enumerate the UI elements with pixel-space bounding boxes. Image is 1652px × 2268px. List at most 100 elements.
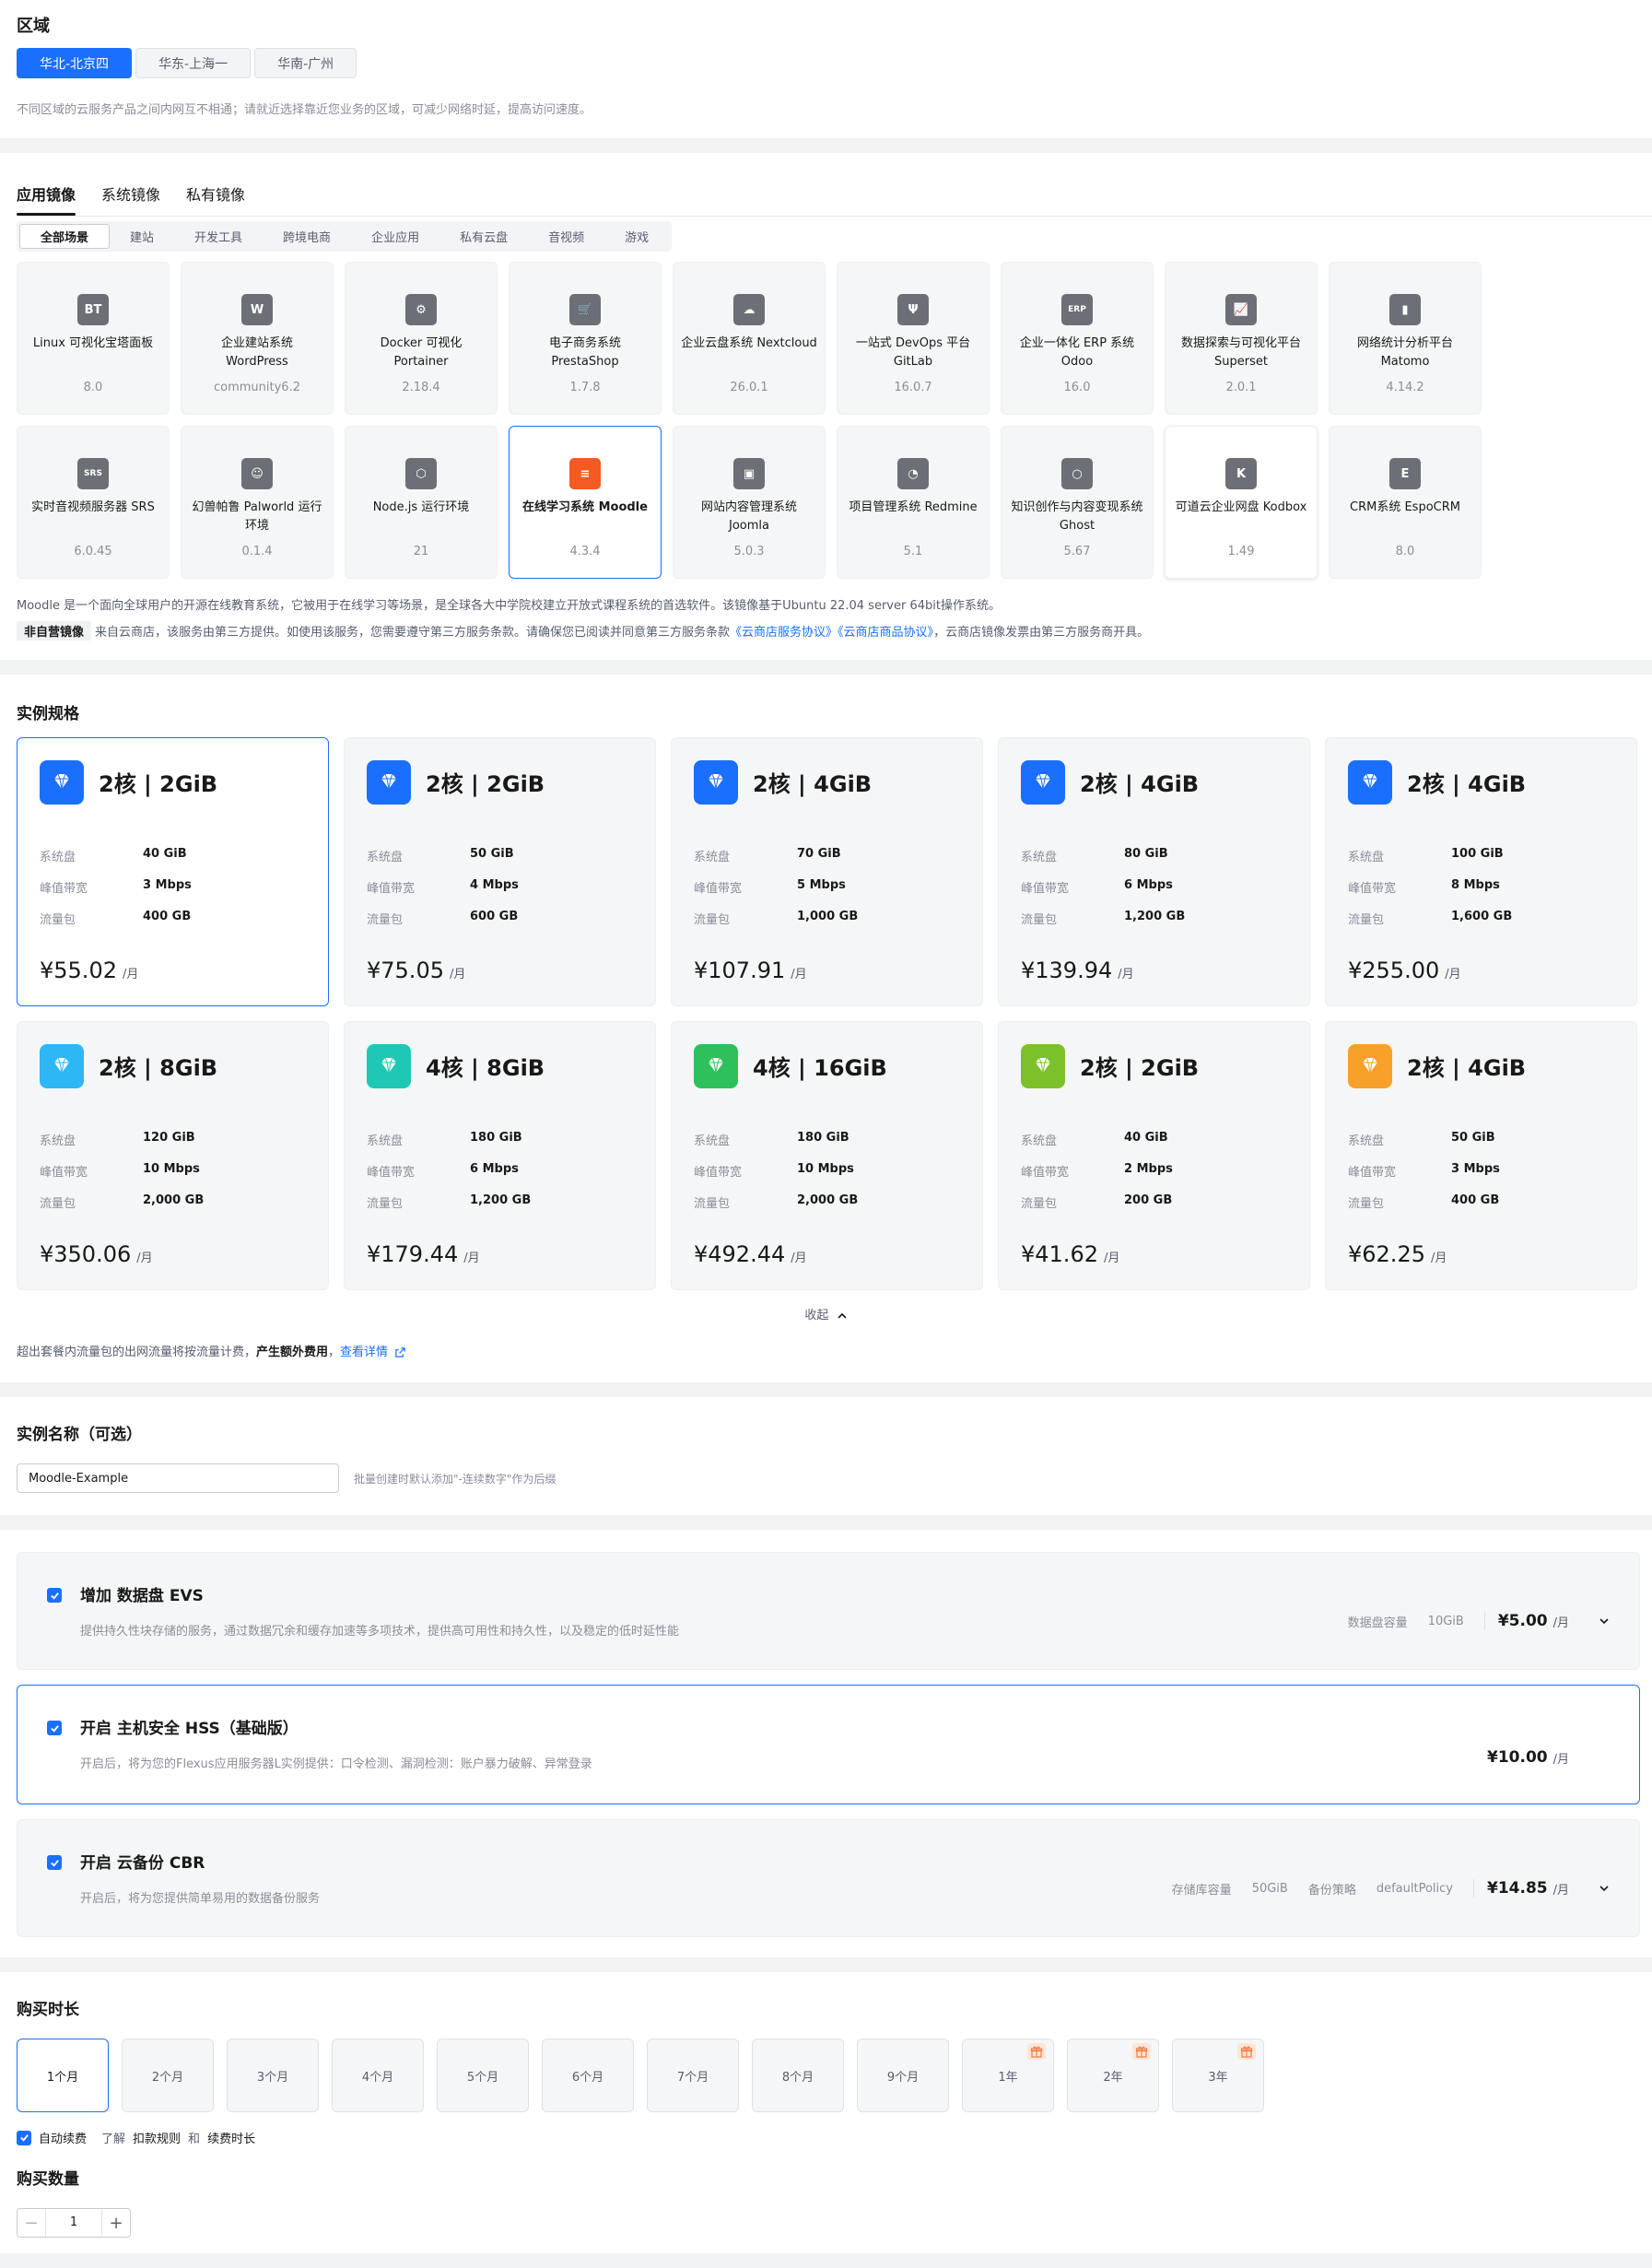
spec-card[interactable]: 4核 | 8GiB 系统盘 180 GiB 峰值带宽 6 Mbps 流量包 1,200 GB… <box>344 1021 656 1290</box>
spec-card[interactable]: 2核 | 4GiB 系统盘 80 GiB 峰值带宽 6 Mbps 流量包 1,200 GB ¥… <box>998 737 1310 1006</box>
addon-hss[interactable]: 开启 主机安全 HSS（基础版） 开启后，将为您的Flexus应用服务器L实例提… <box>17 1685 1640 1804</box>
spec-card[interactable]: 2核 | 8GiB 系统盘 120 GiB 峰值带宽 10 Mbps 流量包 2,000 G… <box>17 1021 329 1290</box>
spec-card[interactable]: 4核 | 16GiB 系统盘 180 GiB 峰值带宽 10 Mbps 流量包 2,000 … <box>671 1021 983 1290</box>
image-category-chip[interactable]: 私有云盘 <box>439 224 528 249</box>
external-link-icon[interactable] <box>394 1346 406 1358</box>
purchase-section: 购买时长 1个月 2个月 3个月 4个月 5个月 6个月 7个月 8个月 9个月 1年 2年 3年 自… <box>0 1972 1652 2253</box>
spec-card[interactable]: 2核 | 4GiB 系统盘 70 GiB 峰值带宽 5 Mbps 流量包 1,000 GB ¥… <box>671 737 983 1006</box>
image-version: 4.14.2 <box>1386 381 1424 394</box>
spec-row-bandwidth: 峰值带宽 10 Mbps <box>40 1162 200 1180</box>
duration-option[interactable]: 2个月 <box>122 2039 214 2112</box>
image-card[interactable]: 🛒 电子商务系统 PrestaShop 1.7.8 <box>509 262 662 415</box>
image-tab[interactable]: 私有镜像 <box>186 182 245 214</box>
spec-title: 2核 | 2GiB <box>426 771 545 797</box>
image-card[interactable]: E CRM系统 EspoCRM 8.0 <box>1329 426 1482 579</box>
image-tab[interactable]: 应用镜像 <box>17 182 76 216</box>
image-card[interactable]: BT Linux 可视化宝塔面板 8.0 <box>17 262 170 415</box>
nodejs-icon: ⬡ <box>405 458 437 489</box>
evs-price: ¥5.00 <box>1497 1612 1548 1630</box>
image-card[interactable]: ○ 知识创作与内容变现系统 Ghost 5.67 <box>1001 426 1154 579</box>
duration-option[interactable]: 4个月 <box>332 2039 424 2112</box>
quantity-increment-button[interactable]: + <box>102 2214 130 2233</box>
cbr-summary: 存储库容量 50GiB 备份策略 defaultPolicy ¥14.85/月 <box>1172 1879 1611 1898</box>
store-product-agreement-link[interactable]: 《云商店商品协议》 <box>838 626 933 640</box>
image-card[interactable]: W 企业建站系统 WordPress community6.2 <box>181 262 334 415</box>
auto-renew-checkbox[interactable] <box>17 2130 31 2145</box>
quantity-decrement-button[interactable]: − <box>18 2214 45 2233</box>
chevron-down-icon[interactable] <box>1597 1614 1611 1628</box>
spec-row-traffic: 流量包 200 GB <box>1021 1193 1172 1211</box>
image-tab[interactable]: 系统镜像 <box>101 182 160 214</box>
spec-card[interactable]: 2核 | 2GiB 系统盘 40 GiB 峰值带宽 2 Mbps 流量包 200 GB ¥41… <box>998 1021 1310 1290</box>
image-card[interactable]: ⚙ Docker 可视化 Portainer 2.18.4 <box>345 262 498 415</box>
chevron-up-icon <box>838 1312 847 1319</box>
image-version: 5.67 <box>1063 545 1091 558</box>
image-card[interactable]: ⬡ Node.js 运行环境 21 <box>345 426 498 579</box>
image-category-chip[interactable]: 开发工具 <box>174 224 263 249</box>
spec-price-unit: /月 <box>122 968 139 981</box>
addon-evs[interactable]: 增加 数据盘 EVS 提供持久性块存储的服务，通过数据冗余和缓存加速等多项技术，… <box>17 1552 1640 1670</box>
duration-option[interactable]: 3个月 <box>227 2039 319 2112</box>
hss-checkbox[interactable] <box>47 1721 62 1735</box>
image-card[interactable]: ◔ 项目管理系统 Redmine 5.1 <box>837 426 990 579</box>
image-card[interactable]: K 可道云企业网盘 Kodbox 1.49 <box>1165 426 1318 579</box>
image-card[interactable]: ☁ 企业云盘系统 Nextcloud 26.0.1 <box>673 262 826 415</box>
image-card[interactable]: 📈 数据探索与可视化平台 Superset 2.0.1 <box>1165 262 1318 415</box>
duration-option[interactable]: 1年 <box>962 2039 1054 2112</box>
image-category-chip[interactable]: 跨境电商 <box>263 224 351 249</box>
spec-card[interactable]: 2核 | 4GiB 系统盘 100 GiB 峰值带宽 8 Mbps 流量包 1,600 GB… <box>1325 737 1637 1006</box>
region-option[interactable]: 华东-上海一 <box>135 48 252 78</box>
region-option[interactable]: 华南-广州 <box>254 48 357 78</box>
image-card[interactable]: ▮ 网络统计分析平台 Matomo 4.14.2 <box>1329 262 1482 415</box>
deduction-rule-link[interactable]: 扣款规则 <box>133 2129 181 2146</box>
spec-card[interactable]: 2核 | 2GiB 系统盘 50 GiB 峰值带宽 4 Mbps 流量包 600 GB ¥75… <box>344 737 656 1006</box>
duration-label: 8个月 <box>781 2070 814 2085</box>
chevron-down-icon[interactable] <box>1597 1881 1611 1896</box>
quantity-value[interactable]: 1 <box>45 2209 102 2237</box>
addon-cbr[interactable]: 开启 云备份 CBR 开启后，将为您提供简单易用的数据备份服务 存储库容量 50… <box>17 1819 1640 1937</box>
spec-price-unit: /月 <box>1103 1252 1120 1265</box>
image-category-chip[interactable]: 游戏 <box>604 224 669 249</box>
duration-option[interactable]: 7个月 <box>647 2039 739 2112</box>
region-option[interactable]: 华北-北京四 <box>17 48 133 78</box>
spec-price: ¥107.91/月 <box>694 958 807 983</box>
traffic-detail-link[interactable]: 查看详情 <box>340 1346 388 1359</box>
collapse-toggle[interactable]: 收起 <box>0 1305 1652 1322</box>
duration-option[interactable]: 3年 <box>1172 2039 1264 2112</box>
duration-option[interactable]: 1个月 <box>17 2039 109 2112</box>
spec-card[interactable]: 2核 | 4GiB 系统盘 50 GiB 峰值带宽 3 Mbps 流量包 400 GB ¥62… <box>1325 1021 1637 1290</box>
duration-title: 购买时长 <box>17 2001 79 2019</box>
duration-option[interactable]: 6个月 <box>542 2039 634 2112</box>
image-card[interactable]: SRS 实时音视频服务器 SRS 6.0.45 <box>17 426 170 579</box>
joomla-icon: ▣ <box>733 458 765 489</box>
quantity-stepper[interactable]: − 1 + <box>17 2208 131 2238</box>
duration-label: 3个月 <box>256 2070 289 2085</box>
image-category-chip[interactable]: 全部场景 <box>19 224 111 249</box>
image-category-chip[interactable]: 企业应用 <box>351 224 439 249</box>
image-category-chip[interactable]: 建站 <box>110 224 174 249</box>
spec-card[interactable]: 2核 | 2GiB 系统盘 40 GiB 峰值带宽 3 Mbps 流量包 400 GB ¥55… <box>17 737 329 1006</box>
image-card[interactable]: Ψ 一站式 DevOps 平台 GitLab 16.0.7 <box>837 262 990 415</box>
spec-label-bandwidth: 峰值带宽 <box>694 1166 743 1180</box>
spec-row-traffic: 流量包 400 GB <box>1348 1193 1499 1211</box>
renewal-period-link[interactable]: 续费时长 <box>207 2129 255 2146</box>
cbr-policy-value: defaultPolicy <box>1376 1881 1453 1896</box>
image-version: 4.3.4 <box>569 545 601 558</box>
image-version: 21 <box>413 545 429 558</box>
evs-checkbox[interactable] <box>47 1588 62 1603</box>
duration-option[interactable]: 8个月 <box>752 2039 844 2112</box>
image-category-chip[interactable]: 音视频 <box>528 224 604 249</box>
image-card[interactable]: ERP 企业一体化 ERP 系统 Odoo 16.0 <box>1001 262 1154 415</box>
image-name: Node.js 运行环境 <box>372 500 470 514</box>
duration-option[interactable]: 5个月 <box>437 2039 529 2112</box>
spec-row-traffic: 流量包 2,000 GB <box>694 1193 858 1211</box>
image-card[interactable]: ☺ 幻兽帕鲁 Palworld 运行环境 0.1.4 <box>181 426 334 579</box>
cbr-checkbox[interactable] <box>47 1855 62 1870</box>
store-service-agreement-link[interactable]: 《云商店服务协议》 <box>730 626 838 640</box>
duration-option[interactable]: 2年 <box>1067 2039 1159 2112</box>
image-card[interactable]: ▣ 网站内容管理系统 Joomla 5.0.3 <box>673 426 826 579</box>
third-party-tag: 非自营镜像 <box>17 621 92 640</box>
duration-option[interactable]: 9个月 <box>857 2039 949 2112</box>
instance-name-input[interactable] <box>17 1463 339 1493</box>
image-card[interactable]: ≡ 在线学习系统 Moodle 4.3.4 <box>509 426 662 579</box>
